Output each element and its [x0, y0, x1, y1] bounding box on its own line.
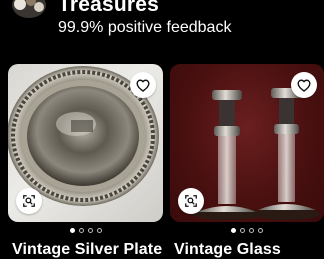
carousel-dot [240, 228, 245, 233]
favorite-button[interactable] [130, 72, 156, 98]
listing-image[interactable] [170, 64, 324, 222]
carousel-dot [69, 228, 75, 233]
carousel-dots [170, 228, 324, 236]
listing-image[interactable] [8, 64, 163, 222]
visual-search-icon [185, 195, 197, 207]
store-header[interactable]: Treasures 99.9% positive feedback [0, 0, 324, 56]
store-name[interactable]: Treasures [58, 0, 159, 17]
store-feedback: 99.9% positive feedback [58, 19, 232, 36]
listing-title[interactable]: Vintage Silver Plate [12, 241, 162, 259]
carousel-dot [96, 228, 102, 233]
listing-title[interactable]: Vintage Glass [174, 241, 281, 259]
listing-card[interactable]: Vintage Glass [170, 64, 324, 259]
favorite-button[interactable] [291, 72, 317, 98]
carousel-dot [231, 228, 236, 233]
carousel-dot [78, 228, 84, 233]
visual-search-button[interactable] [178, 188, 204, 214]
heart-icon [136, 79, 150, 92]
visual-search-icon [23, 195, 35, 207]
listing-card[interactable]: Vintage Silver Plate [8, 64, 163, 259]
carousel-dot [87, 228, 93, 233]
carousel-dots [8, 228, 163, 236]
carousel-dot [258, 228, 263, 233]
store-avatar[interactable] [12, 0, 46, 18]
visual-search-button[interactable] [16, 188, 42, 214]
heart-icon [297, 79, 311, 92]
carousel-dot [249, 228, 254, 233]
